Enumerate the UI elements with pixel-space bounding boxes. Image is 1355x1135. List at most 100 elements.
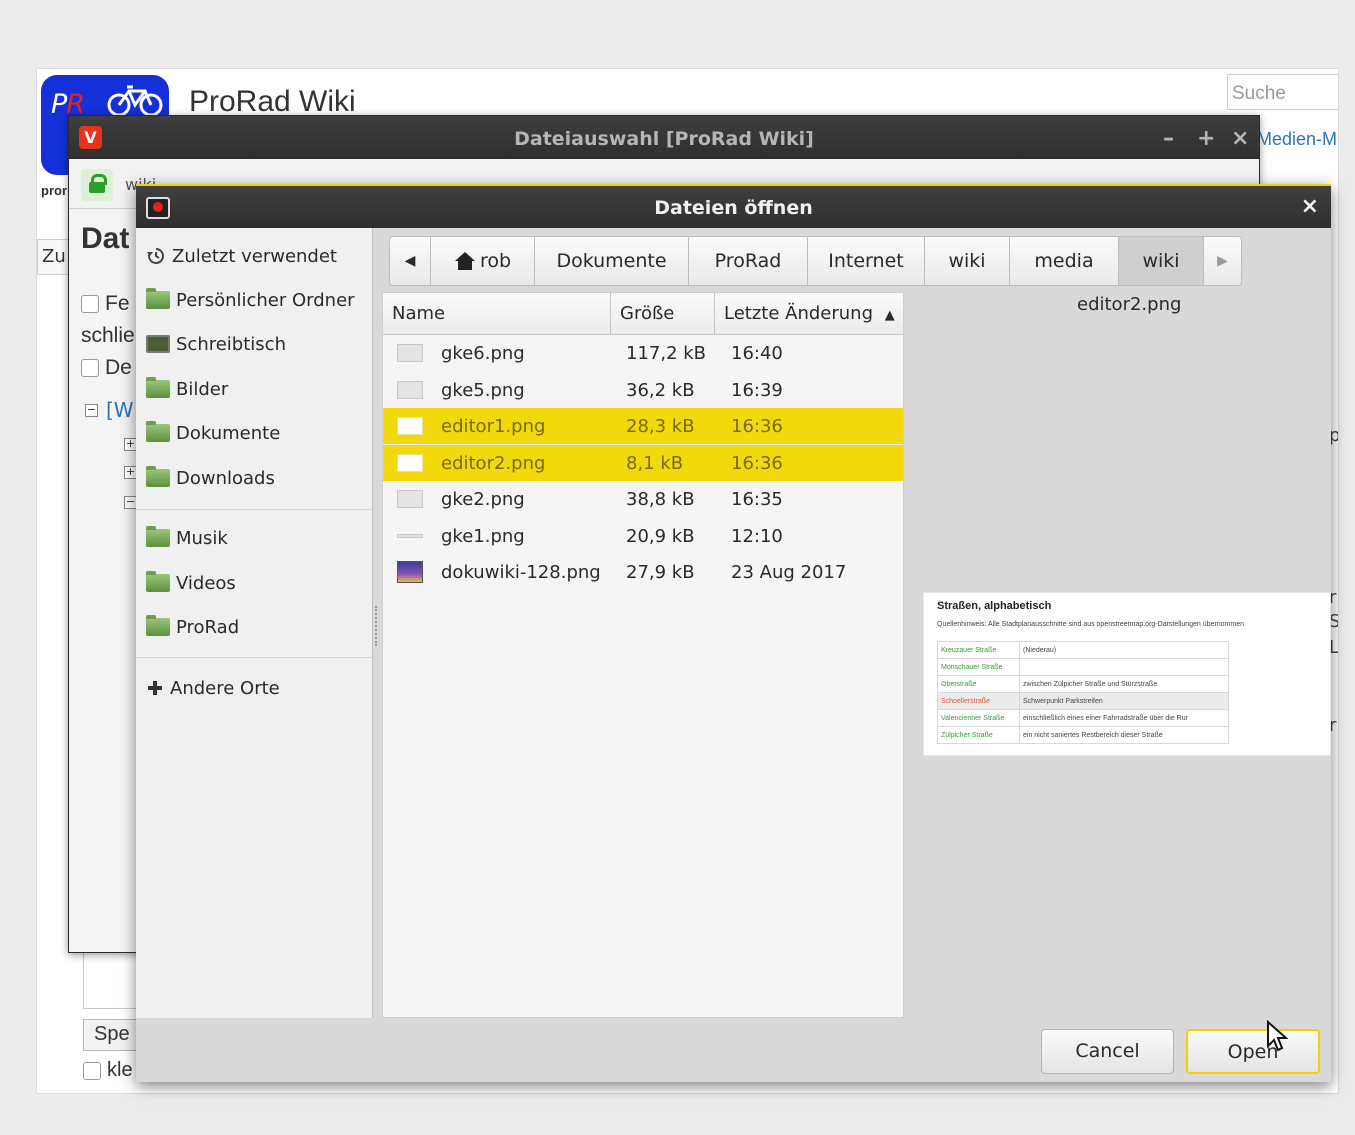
desc-cell: Schwerpunkt Parkstreifen <box>1019 692 1229 710</box>
file-row[interactable]: gke2.png 38,8 kB 16:35 <box>383 481 903 517</box>
path-crumb-rob[interactable]: rob <box>431 236 535 286</box>
desc-cell <box>1019 658 1229 676</box>
file-row-selected[interactable]: editor2.png 8,1 kB 16:36 <box>383 445 903 481</box>
file-row[interactable]: gke6.png 117,2 kB 16:40 <box>383 335 903 371</box>
crumb-label: wiki <box>948 250 986 272</box>
pane-resize-handle[interactable] <box>375 606 379 646</box>
sidebar-item-music[interactable]: Musik <box>146 523 228 553</box>
file-size: 36,2 kB <box>626 379 695 401</box>
file-row[interactable]: gke1.png 20,9 kB 12:10 <box>383 518 903 554</box>
search-input[interactable]: Suche <box>1227 74 1338 110</box>
file-name: gke1.png <box>441 525 525 547</box>
sort-ascending-icon: ▲ <box>884 308 895 323</box>
sidebar-item-videos[interactable]: Videos <box>146 568 236 598</box>
file-name: gke5.png <box>441 379 525 401</box>
crumb-label: ProRad <box>714 250 782 272</box>
checkbox[interactable] <box>81 295 99 313</box>
videos-folder-icon <box>146 571 170 592</box>
sidebar-item-desktop[interactable]: Schreibtisch <box>146 329 286 359</box>
sidebar-item-label: Videos <box>176 572 236 594</box>
wiki-title: ProRad Wiki <box>189 85 356 118</box>
option-label: De <box>105 356 132 379</box>
close-icon[interactable]: × <box>1301 194 1319 219</box>
column-header-name[interactable]: Name <box>383 293 611 335</box>
sidebar-item-label: Zuletzt verwendet <box>172 245 337 267</box>
path-crumb-media[interactable]: media <box>1010 236 1119 286</box>
image-preview: Straßen, alphabetisch Quellenhinweis: Al… <box>923 592 1331 756</box>
street-cell: Zülpicher Straße <box>937 726 1020 744</box>
file-name: dokuwiki-128.png <box>441 561 601 583</box>
popup-title: Dateiauswahl [ProRad Wiki] <box>514 128 814 150</box>
street-cell: Oberstraße <box>937 675 1020 693</box>
column-label: Letzte Änderung <box>724 303 874 324</box>
maximize-icon[interactable]: + <box>1197 126 1215 151</box>
image-file-icon <box>397 344 423 362</box>
namespace-tree-root[interactable]: − [W <box>85 398 134 422</box>
checkbox[interactable] <box>83 1061 101 1080</box>
sidebar-separator <box>136 657 372 658</box>
file-size: 117,2 kB <box>626 342 707 364</box>
sidebar-item-label: Downloads <box>176 467 275 489</box>
sidebar-separator <box>136 509 372 510</box>
collapse-icon[interactable]: − <box>85 403 98 417</box>
crumb-label: media <box>1034 250 1094 272</box>
file-name: gke6.png <box>441 342 525 364</box>
dialog-titlebar[interactable]: Dateien öffnen × <box>136 186 1331 228</box>
path-forward-button[interactable]: ▶ <box>1204 236 1242 286</box>
open-button[interactable]: Open <box>1186 1029 1320 1074</box>
downloads-folder-icon <box>146 466 170 487</box>
open-files-dialog: Dateien öffnen × Zuletzt verwendet Persö… <box>136 184 1331 1082</box>
sidebar-item-downloads[interactable]: Downloads <box>146 463 275 493</box>
path-crumb-internet[interactable]: Internet <box>808 236 925 286</box>
file-modified: 16:36 <box>731 452 783 474</box>
street-cell: Schoellerstraße <box>937 692 1020 710</box>
media-manager-link[interactable]: Medien-M <box>1257 129 1337 150</box>
desc-cell: ein nicht saniertes Restbereich dieser S… <box>1019 726 1229 744</box>
file-row-selected[interactable]: editor1.png 28,3 kB 16:36 <box>383 408 903 444</box>
preview-note: Quellenhinweis: Alle Stadtplanausschnitt… <box>937 621 1245 628</box>
sidebar-item-documents[interactable]: Dokumente <box>146 418 280 448</box>
preview-filename: editor2.png <box>1077 294 1182 315</box>
preview-table-row-highlighted: Schoellerstraße Schwerpunkt Parkstreifen <box>937 692 1229 710</box>
column-header-modified[interactable]: Letzte Änderung ▲ <box>715 293 903 335</box>
path-crumb-dokumente[interactable]: Dokumente <box>535 236 689 286</box>
file-row[interactable]: dokuwiki-128.png 27,9 kB 23 Aug 2017 <box>383 554 903 590</box>
path-bar: ◀ rob Dokumente ProRad Internet wiki med… <box>389 236 1242 286</box>
crumb-label: Dokumente <box>556 250 667 272</box>
home-icon <box>454 252 475 270</box>
image-file-icon <box>397 490 423 508</box>
minimize-icon[interactable]: – <box>1163 126 1174 151</box>
close-icon[interactable]: × <box>1231 126 1249 151</box>
cancel-button[interactable]: Cancel <box>1041 1029 1174 1074</box>
sidebar-item-home[interactable]: Persönlicher Ordner <box>146 285 355 315</box>
file-name: editor2.png <box>441 452 546 474</box>
namespace-link[interactable]: [W <box>106 398 134 422</box>
column-header-size[interactable]: Größe <box>611 293 715 335</box>
file-size: 28,3 kB <box>626 415 695 437</box>
sidebar-item-other-locations[interactable]: Andere Orte <box>146 673 280 703</box>
sidebar-item-label: Bilder <box>176 378 229 400</box>
preview-table-row: Valencienner Straße einschließlich eines … <box>937 709 1229 727</box>
crumb-label: wiki <box>1142 250 1180 272</box>
path-back-button[interactable]: ◀ <box>389 236 431 286</box>
sidebar-item-prorad[interactable]: ProRad <box>146 612 239 642</box>
popup-option-row[interactable]: De <box>81 356 132 380</box>
file-row[interactable]: gke5.png 36,2 kB 16:39 <box>383 372 903 408</box>
path-crumb-wiki-current[interactable]: wiki <box>1119 236 1204 286</box>
minor-edit-checkbox[interactable]: kle <box>83 1059 133 1082</box>
file-modified: 12:10 <box>731 525 783 547</box>
sidebar-item-pictures[interactable]: Bilder <box>146 374 228 404</box>
popup-titlebar[interactable]: V Dateiauswahl [ProRad Wiki] – + × <box>69 116 1259 159</box>
path-crumb-prorad[interactable]: ProRad <box>689 236 808 286</box>
popup-option-row[interactable]: Fe <box>81 292 130 316</box>
preview-table-row: Oberstraße zwischen Zülpicher Straße und … <box>937 675 1229 693</box>
checkbox[interactable] <box>81 359 99 377</box>
file-modified: 16:40 <box>731 342 783 364</box>
preview-table-row: Kreuzauer Straße (Niederau) <box>937 641 1229 659</box>
dialog-title: Dateien öffnen <box>654 197 813 219</box>
home-folder-icon <box>146 288 170 309</box>
file-size: 8,1 kB <box>626 452 684 474</box>
path-crumb-wiki[interactable]: wiki <box>925 236 1010 286</box>
sidebar-item-recent[interactable]: Zuletzt verwendet <box>146 241 337 271</box>
street-cell: Kreuzauer Straße <box>937 641 1020 659</box>
